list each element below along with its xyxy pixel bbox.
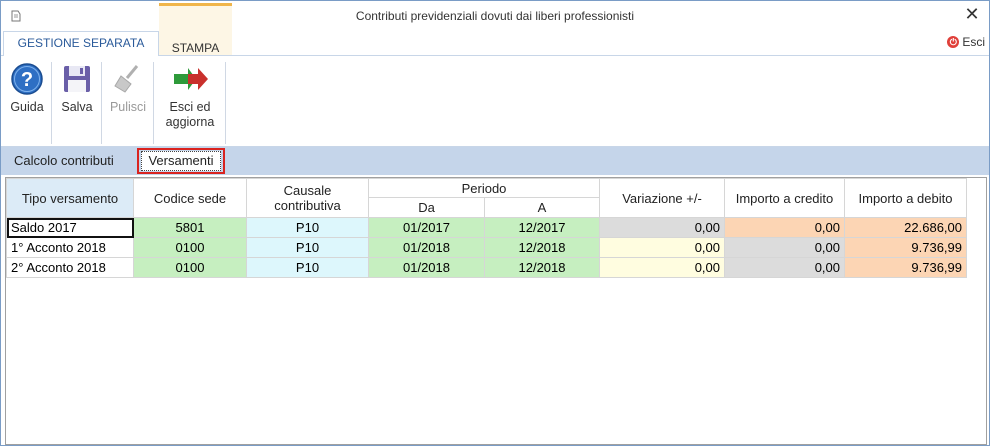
cell-a[interactable]: 12/2018: [484, 257, 600, 278]
table-row[interactable]: 2° Acconto 2018 0100 P10 01/2018 12/2018…: [6, 257, 967, 278]
cell-credito[interactable]: 0,00: [724, 257, 845, 278]
header-variazione[interactable]: Variazione +/-: [599, 178, 725, 218]
header-causale-line2: contributiva: [274, 198, 341, 213]
tab-stampa[interactable]: STAMPA: [159, 3, 232, 55]
subtab-bar: Calcolo contributi Versamenti: [1, 147, 989, 175]
esci-link[interactable]: ⏻ Esci: [947, 35, 985, 49]
close-icon[interactable]: ✕: [963, 5, 981, 23]
cell-causale[interactable]: P10: [246, 257, 369, 278]
salva-label: Salva: [61, 100, 93, 114]
cell-causale[interactable]: P10: [246, 217, 369, 238]
ribbon-separator: [225, 62, 226, 144]
cell-codice[interactable]: 0100: [133, 237, 247, 258]
guida-button[interactable]: ? Guida: [7, 62, 47, 115]
header-causale[interactable]: Causale contributiva: [246, 178, 369, 218]
cell-da[interactable]: 01/2018: [368, 237, 485, 258]
table-row[interactable]: 1° Acconto 2018 0100 P10 01/2018 12/2018…: [6, 237, 967, 258]
cell-da[interactable]: 01/2018: [368, 257, 485, 278]
cell-variazione[interactable]: 0,00: [599, 217, 725, 238]
header-importo-debito[interactable]: Importo a debito: [844, 178, 967, 218]
esci-aggiorna-label-2: aggiorna: [165, 115, 215, 129]
svg-text:?: ?: [21, 69, 33, 91]
cell-da[interactable]: 01/2017: [368, 217, 485, 238]
esci-aggiorna-label-1: Esci ed: [169, 100, 211, 114]
ribbon-toolbar: ? Guida Salva Pulisci Esci ed aggiorna: [1, 55, 989, 147]
cell-tipo[interactable]: 1° Acconto 2018: [6, 237, 134, 258]
cell-debito[interactable]: 9.736,99: [844, 257, 967, 278]
header-periodo-a[interactable]: A: [484, 197, 600, 218]
window-title: Contributi previdenziali dovuti dai libe…: [355, 9, 635, 23]
header-tipo-versamento[interactable]: Tipo versamento: [6, 178, 134, 218]
table-row[interactable]: Saldo 2017 5801 P10 01/2017 12/2017 0,00…: [6, 217, 967, 238]
cell-codice[interactable]: 5801: [133, 217, 247, 238]
broom-icon: [114, 65, 139, 93]
pulisci-label: Pulisci: [109, 100, 147, 114]
versamenti-grid: Tipo versamento Codice sede Causale cont…: [5, 177, 987, 445]
cell-a[interactable]: 12/2018: [484, 237, 600, 258]
esci-label: Esci: [962, 35, 985, 49]
cell-debito[interactable]: 22.686,00: [844, 217, 967, 238]
header-importo-credito[interactable]: Importo a credito: [724, 178, 845, 218]
cell-variazione[interactable]: 0,00: [599, 257, 725, 278]
header-periodo: Periodo: [368, 178, 600, 198]
save-icon: [64, 66, 90, 92]
title-bar: Contributi previdenziali dovuti dai libe…: [1, 1, 989, 31]
cell-credito[interactable]: 0,00: [724, 217, 845, 238]
ribbon-separator: [51, 62, 52, 144]
cell-credito[interactable]: 0,00: [724, 237, 845, 258]
esci-aggiorna-button[interactable]: Esci ed aggiorna: [159, 62, 221, 130]
cell-causale[interactable]: P10: [246, 237, 369, 258]
cell-tipo[interactable]: Saldo 2017: [6, 217, 134, 238]
exit-icon: ⏻: [947, 36, 960, 48]
cell-tipo[interactable]: 2° Acconto 2018: [6, 257, 134, 278]
ribbon-separator: [101, 62, 102, 144]
main-window: Contributi previdenziali dovuti dai libe…: [0, 0, 990, 446]
tab-versamenti[interactable]: Versamenti: [141, 151, 221, 171]
ribbon-tabs: STAMPA GESTIONE SEPARATA ⏻ Esci: [1, 3, 989, 56]
pulisci-button[interactable]: Pulisci: [106, 62, 150, 115]
exit-update-arrow-icon: [174, 68, 208, 90]
cell-debito[interactable]: 9.736,99: [844, 237, 967, 258]
help-icon: ?: [11, 63, 43, 95]
tab-calcolo-contributi[interactable]: Calcolo contributi: [14, 153, 114, 168]
tab-gestione-separata[interactable]: GESTIONE SEPARATA: [3, 31, 159, 56]
versamenti-table: Tipo versamento Codice sede Causale cont…: [6, 178, 967, 278]
header-codice-sede[interactable]: Codice sede: [133, 178, 247, 218]
cell-a[interactable]: 12/2017: [484, 217, 600, 238]
cell-codice[interactable]: 0100: [133, 257, 247, 278]
cell-variazione[interactable]: 0,00: [599, 237, 725, 258]
header-causale-line1: Causale: [283, 183, 332, 198]
header-periodo-da[interactable]: Da: [368, 197, 485, 218]
salva-button[interactable]: Salva: [56, 62, 98, 115]
guida-label: Guida: [10, 100, 44, 114]
ribbon-separator: [153, 62, 154, 144]
